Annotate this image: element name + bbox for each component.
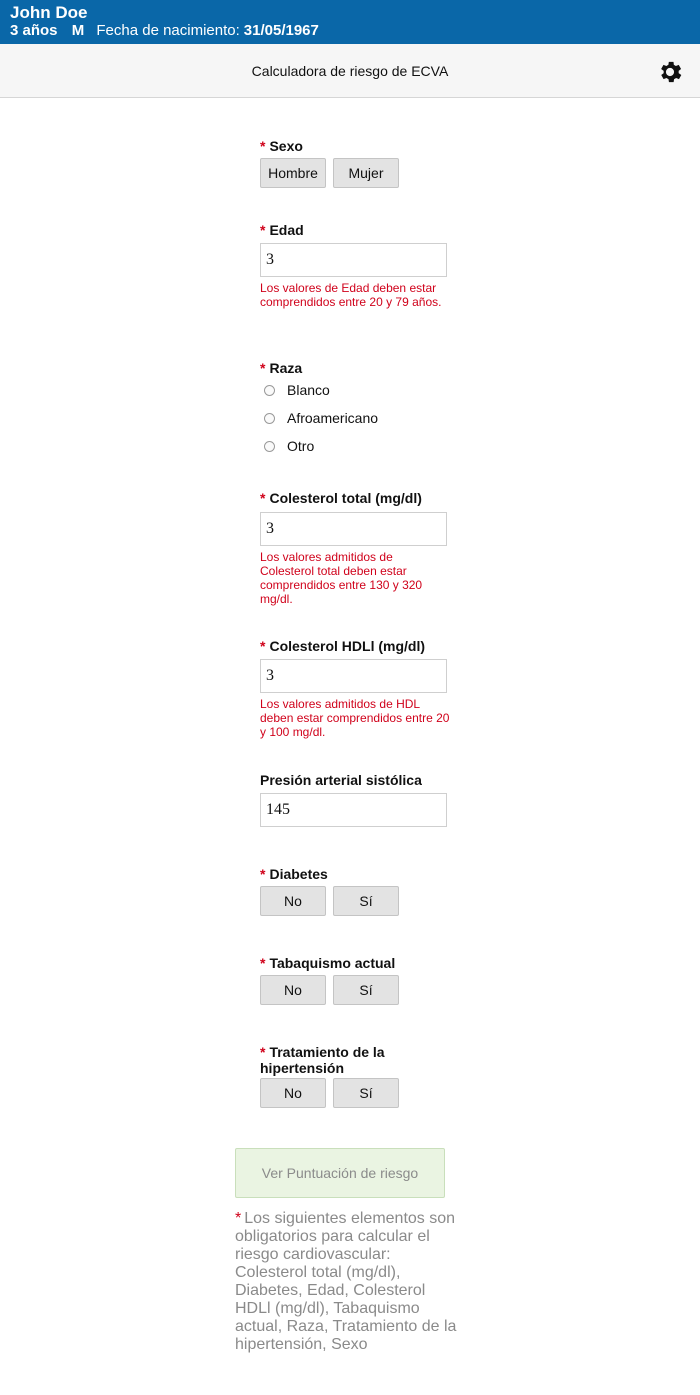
required-mark: * xyxy=(260,360,266,376)
tratamiento-label: * Tratamiento de la hipertensión xyxy=(260,1044,385,1076)
sexo-label: * Sexo xyxy=(260,138,303,154)
diabetes-si-button[interactable]: Sí xyxy=(333,886,399,916)
diabetes-field: * Diabetes No Sí xyxy=(260,866,460,916)
patient-header: John Doe 3 años M Fecha de nacimiento: 31… xyxy=(0,0,700,44)
edad-field: *Edad Los valores de Edad deben estar co… xyxy=(260,222,460,309)
diabetes-no-button[interactable]: No xyxy=(260,886,326,916)
dob-value: 31/05/1967 xyxy=(243,22,319,39)
patient-name: John Doe xyxy=(10,3,88,22)
required-mark: * xyxy=(260,222,266,238)
tratamiento-field: * Tratamiento de la hipertensión No Sí xyxy=(260,1044,400,1108)
presion-field: Presión arterial sistólica xyxy=(260,772,460,827)
tratamiento-si-button[interactable]: Sí xyxy=(333,1078,399,1108)
title-bar: Calculadora de riesgo de ECVA xyxy=(0,44,700,98)
colesterol-hdl-error: Los valores admitidos de HDL deben estar… xyxy=(260,697,450,739)
required-fields-text: Los siguientes elementos son obligatorio… xyxy=(235,1210,457,1353)
presion-input[interactable] xyxy=(260,793,447,827)
required-mark: * xyxy=(235,1210,242,1227)
patient-meta: 3 años M Fecha de nacimiento: 31/05/1967 xyxy=(10,22,325,39)
patient-age: 3 años xyxy=(10,22,58,39)
required-mark: * xyxy=(260,138,266,154)
required-fields-note: * Los siguientes elementos son obligatori… xyxy=(235,1210,465,1354)
raza-option-blanco[interactable]: Blanco xyxy=(264,382,330,402)
required-mark: * xyxy=(260,490,266,506)
ver-puntuacion-button[interactable]: Ver Puntuación de riesgo xyxy=(235,1148,445,1198)
edad-error: Los valores de Edad deben estar comprend… xyxy=(260,281,442,309)
colesterol-hdl-field: *Colesterol HDLl (mg/dl) Los valores adm… xyxy=(260,638,460,739)
raza-option-otro[interactable]: Otro xyxy=(264,438,314,458)
raza-label: * Raza xyxy=(260,360,303,376)
required-mark: * xyxy=(260,955,266,971)
radio-icon[interactable] xyxy=(264,412,275,424)
required-mark: * xyxy=(260,638,266,654)
colesterol-hdl-input[interactable] xyxy=(260,659,447,693)
tabaquismo-field: * Tabaquismo actual No Sí xyxy=(260,955,460,1005)
patient-sex: M xyxy=(71,22,85,39)
dob-label: Fecha de nacimiento: xyxy=(96,22,240,39)
tabaquismo-si-button[interactable]: Sí xyxy=(333,975,399,1005)
colesterol-total-input[interactable] xyxy=(260,512,447,546)
radio-icon[interactable] xyxy=(264,440,275,452)
edad-label: * Edad xyxy=(260,222,304,238)
raza-field: * Raza Blanco Afroamericano Otro xyxy=(260,360,460,454)
colesterol-total-label: * Colesterol total (mg/dl) xyxy=(260,490,422,506)
colesterol-total-field: *Colesterol total (mg/dl) Los valores ad… xyxy=(260,490,460,606)
required-mark: * xyxy=(260,866,266,882)
sexo-field: * Sexo Hombre Mujer xyxy=(260,138,460,188)
radio-icon[interactable] xyxy=(264,384,275,396)
page-title: Calculadora de riesgo de ECVA xyxy=(251,63,449,79)
required-mark: * xyxy=(260,1044,266,1060)
tabaquismo-no-button[interactable]: No xyxy=(260,975,326,1005)
tabaquismo-label: * Tabaquismo actual xyxy=(260,955,396,971)
sexo-mujer-button[interactable]: Mujer xyxy=(333,158,399,188)
colesterol-hdl-label: * Colesterol HDLl (mg/dl) xyxy=(260,638,426,654)
diabetes-label: * Diabetes xyxy=(260,866,328,882)
tratamiento-no-button[interactable]: No xyxy=(260,1078,326,1108)
colesterol-total-error: Los valores admitidos de Colesterol tota… xyxy=(260,550,423,606)
gear-icon[interactable] xyxy=(656,58,684,86)
edad-input[interactable] xyxy=(260,243,447,277)
sexo-hombre-button[interactable]: Hombre xyxy=(260,158,326,188)
raza-option-afroamericano[interactable]: Afroamericano xyxy=(264,410,378,430)
presion-label: Presión arterial sistólica xyxy=(260,772,422,788)
